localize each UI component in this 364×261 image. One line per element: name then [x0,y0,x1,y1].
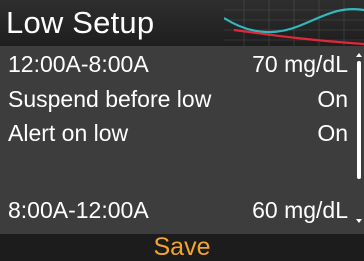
list-item-time-range-1[interactable]: 12:00A-8:00A 70 mg/dL [8,49,348,79]
low-setup-screen: Low Setup 12:00A-8:00A 70 mg/dL Suspend … [0,0,364,261]
scroll-thumb[interactable] [357,61,361,179]
scroll-down-arrow-icon [356,219,362,223]
footer-bar: Save [0,234,364,261]
list-item-time-range-2[interactable]: 8:00A-12:00A 60 mg/dL [8,195,348,225]
list-item-suspend-before-low[interactable]: Suspend before low On [8,84,348,114]
time-range-label: 12:00A-8:00A [8,51,149,77]
low-limit-value: 70 mg/dL [252,51,348,77]
page-title: Low Setup [6,5,155,40]
setting-label: Alert on low [8,120,129,146]
low-limit-value: 60 mg/dL [252,197,348,223]
time-range-label: 8:00A-12:00A [8,197,149,223]
setting-label: Suspend before low [8,86,212,112]
save-button[interactable]: Save [154,234,211,261]
list-item-alert-on-low[interactable]: Alert on low On [8,118,348,148]
list-item-blank [8,153,348,183]
scroll-up-arrow-icon [356,53,362,57]
setting-value: On [317,120,348,146]
setting-value: On [317,86,348,112]
header-bar: Low Setup [0,0,364,46]
scrollbar[interactable] [356,53,362,227]
glucose-trend-graph-icon [224,0,364,46]
